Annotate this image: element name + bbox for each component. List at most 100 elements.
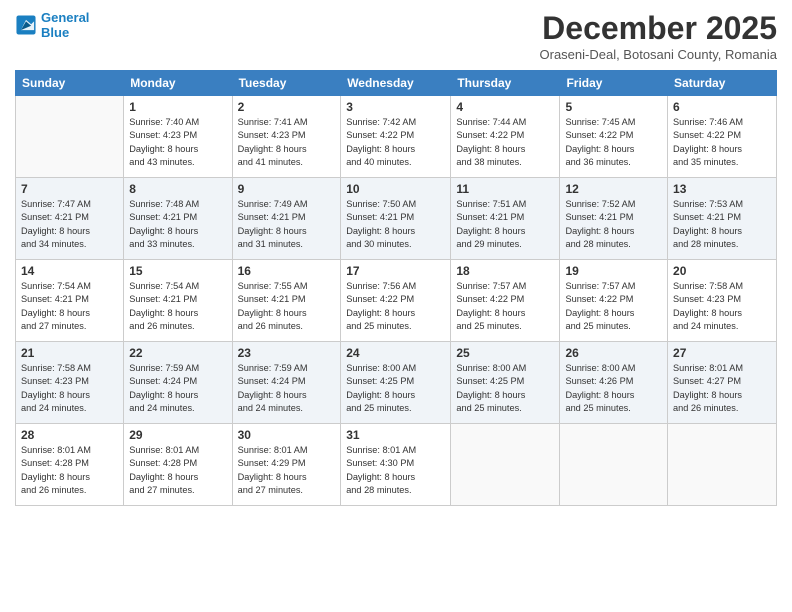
day-info: Sunrise: 7:48 AM Sunset: 4:21 PM Dayligh… — [129, 198, 226, 251]
day-info: Sunrise: 7:52 AM Sunset: 4:21 PM Dayligh… — [565, 198, 662, 251]
calendar-cell — [451, 424, 560, 506]
calendar-cell: 22 Sunrise: 7:59 AM Sunset: 4:24 PM Dayli… — [124, 342, 232, 424]
day-number: 30 — [238, 428, 336, 442]
day-info: Sunrise: 7:53 AM Sunset: 4:21 PM Dayligh… — [673, 198, 771, 251]
day-number: 19 — [565, 264, 662, 278]
day-number: 7 — [21, 182, 118, 196]
day-info: Sunrise: 8:01 AM Sunset: 4:30 PM Dayligh… — [346, 444, 445, 497]
day-number: 31 — [346, 428, 445, 442]
day-number: 3 — [346, 100, 445, 114]
day-number: 17 — [346, 264, 445, 278]
calendar-cell: 10 Sunrise: 7:50 AM Sunset: 4:21 PM Dayli… — [341, 178, 451, 260]
calendar-cell: 8 Sunrise: 7:48 AM Sunset: 4:21 PM Daylig… — [124, 178, 232, 260]
day-info: Sunrise: 7:41 AM Sunset: 4:23 PM Dayligh… — [238, 116, 336, 169]
calendar-cell: 9Sunrise: 7:49 AM Sunset: 4:21 PM Daylig… — [232, 178, 341, 260]
page: General Blue December 2025 Oraseni-Deal,… — [0, 0, 792, 612]
day-info: Sunrise: 7:40 AM Sunset: 4:23 PM Dayligh… — [129, 116, 226, 169]
day-number: 29 — [129, 428, 226, 442]
calendar-cell: 16 Sunrise: 7:55 AM Sunset: 4:21 PM Dayli… — [232, 260, 341, 342]
calendar-cell: 14 Sunrise: 7:54 AM Sunset: 4:21 PM Dayli… — [16, 260, 124, 342]
calendar-cell: 1Sunrise: 7:40 AM Sunset: 4:23 PM Daylig… — [124, 96, 232, 178]
day-info: Sunrise: 7:58 AM Sunset: 4:23 PM Dayligh… — [673, 280, 771, 333]
calendar-week-row: 14 Sunrise: 7:54 AM Sunset: 4:21 PM Dayli… — [16, 260, 777, 342]
calendar-cell: 6Sunrise: 7:46 AM Sunset: 4:22 PM Daylig… — [668, 96, 777, 178]
day-info: Sunrise: 7:58 AM Sunset: 4:23 PM Dayligh… — [21, 362, 118, 415]
logo: General Blue — [15, 10, 89, 40]
calendar-day-header: Sunday — [16, 71, 124, 96]
calendar-day-header: Monday — [124, 71, 232, 96]
calendar-cell: 4 Sunrise: 7:44 AM Sunset: 4:22 PM Daylig… — [451, 96, 560, 178]
month-title: December 2025 — [540, 10, 778, 47]
day-info: Sunrise: 7:47 AM Sunset: 4:21 PM Dayligh… — [21, 198, 118, 251]
day-number: 4 — [456, 100, 554, 114]
day-info: Sunrise: 7:59 AM Sunset: 4:24 PM Dayligh… — [129, 362, 226, 415]
calendar-week-row: 21 Sunrise: 7:58 AM Sunset: 4:23 PM Dayli… — [16, 342, 777, 424]
calendar-cell: 31 Sunrise: 8:01 AM Sunset: 4:30 PM Dayli… — [341, 424, 451, 506]
calendar-day-header: Saturday — [668, 71, 777, 96]
calendar-week-row: 1Sunrise: 7:40 AM Sunset: 4:23 PM Daylig… — [16, 96, 777, 178]
day-number: 6 — [673, 100, 771, 114]
calendar-cell: 29 Sunrise: 8:01 AM Sunset: 4:28 PM Dayli… — [124, 424, 232, 506]
calendar-cell: 24Sunrise: 8:00 AM Sunset: 4:25 PM Dayli… — [341, 342, 451, 424]
day-number: 22 — [129, 346, 226, 360]
day-info: Sunrise: 7:57 AM Sunset: 4:22 PM Dayligh… — [565, 280, 662, 333]
day-info: Sunrise: 7:57 AM Sunset: 4:22 PM Dayligh… — [456, 280, 554, 333]
calendar-cell — [560, 424, 668, 506]
calendar-cell: 17 Sunrise: 7:56 AM Sunset: 4:22 PM Dayli… — [341, 260, 451, 342]
day-number: 23 — [238, 346, 336, 360]
calendar-cell: 7 Sunrise: 7:47 AM Sunset: 4:21 PM Daylig… — [16, 178, 124, 260]
day-info: Sunrise: 7:50 AM Sunset: 4:21 PM Dayligh… — [346, 198, 445, 251]
calendar-cell: 13 Sunrise: 7:53 AM Sunset: 4:21 PM Dayli… — [668, 178, 777, 260]
day-info: Sunrise: 7:55 AM Sunset: 4:21 PM Dayligh… — [238, 280, 336, 333]
calendar-day-header: Wednesday — [341, 71, 451, 96]
day-number: 14 — [21, 264, 118, 278]
day-number: 10 — [346, 182, 445, 196]
calendar-cell — [16, 96, 124, 178]
day-info: Sunrise: 7:45 AM Sunset: 4:22 PM Dayligh… — [565, 116, 662, 169]
calendar-cell: 26 Sunrise: 8:00 AM Sunset: 4:26 PM Dayli… — [560, 342, 668, 424]
day-number: 28 — [21, 428, 118, 442]
day-number: 24 — [346, 346, 445, 360]
calendar-cell: 5 Sunrise: 7:45 AM Sunset: 4:22 PM Daylig… — [560, 96, 668, 178]
calendar-cell: 12 Sunrise: 7:52 AM Sunset: 4:21 PM Dayli… — [560, 178, 668, 260]
day-info: Sunrise: 8:01 AM Sunset: 4:27 PM Dayligh… — [673, 362, 771, 415]
calendar-cell: 15 Sunrise: 7:54 AM Sunset: 4:21 PM Dayli… — [124, 260, 232, 342]
calendar-cell: 28 Sunrise: 8:01 AM Sunset: 4:28 PM Dayli… — [16, 424, 124, 506]
calendar-day-header: Tuesday — [232, 71, 341, 96]
day-number: 8 — [129, 182, 226, 196]
day-number: 26 — [565, 346, 662, 360]
calendar-cell: 11 Sunrise: 7:51 AM Sunset: 4:21 PM Dayli… — [451, 178, 560, 260]
day-info: Sunrise: 7:54 AM Sunset: 4:21 PM Dayligh… — [129, 280, 226, 333]
day-info: Sunrise: 8:01 AM Sunset: 4:28 PM Dayligh… — [129, 444, 226, 497]
day-number: 11 — [456, 182, 554, 196]
day-info: Sunrise: 7:42 AM Sunset: 4:22 PM Dayligh… — [346, 116, 445, 169]
calendar-cell: 30Sunrise: 8:01 AM Sunset: 4:29 PM Dayli… — [232, 424, 341, 506]
calendar-day-header: Thursday — [451, 71, 560, 96]
calendar-week-row: 28 Sunrise: 8:01 AM Sunset: 4:28 PM Dayli… — [16, 424, 777, 506]
day-info: Sunrise: 8:01 AM Sunset: 4:28 PM Dayligh… — [21, 444, 118, 497]
day-number: 5 — [565, 100, 662, 114]
calendar-cell — [668, 424, 777, 506]
day-number: 15 — [129, 264, 226, 278]
calendar-cell: 2 Sunrise: 7:41 AM Sunset: 4:23 PM Daylig… — [232, 96, 341, 178]
calendar-day-header: Friday — [560, 71, 668, 96]
day-number: 21 — [21, 346, 118, 360]
day-info: Sunrise: 7:54 AM Sunset: 4:21 PM Dayligh… — [21, 280, 118, 333]
day-number: 12 — [565, 182, 662, 196]
day-info: Sunrise: 7:59 AM Sunset: 4:24 PM Dayligh… — [238, 362, 336, 415]
location: Oraseni-Deal, Botosani County, Romania — [540, 47, 778, 62]
day-info: Sunrise: 7:51 AM Sunset: 4:21 PM Dayligh… — [456, 198, 554, 251]
day-info: Sunrise: 7:44 AM Sunset: 4:22 PM Dayligh… — [456, 116, 554, 169]
day-number: 16 — [238, 264, 336, 278]
day-number: 18 — [456, 264, 554, 278]
day-number: 2 — [238, 100, 336, 114]
day-info: Sunrise: 8:00 AM Sunset: 4:26 PM Dayligh… — [565, 362, 662, 415]
day-number: 13 — [673, 182, 771, 196]
calendar-cell: 23 Sunrise: 7:59 AM Sunset: 4:24 PM Dayli… — [232, 342, 341, 424]
day-info: Sunrise: 8:00 AM Sunset: 4:25 PM Dayligh… — [456, 362, 554, 415]
calendar-week-row: 7 Sunrise: 7:47 AM Sunset: 4:21 PM Daylig… — [16, 178, 777, 260]
day-info: Sunrise: 7:56 AM Sunset: 4:22 PM Dayligh… — [346, 280, 445, 333]
day-number: 20 — [673, 264, 771, 278]
header: General Blue December 2025 Oraseni-Deal,… — [15, 10, 777, 62]
day-info: Sunrise: 7:49 AM Sunset: 4:21 PM Dayligh… — [238, 198, 336, 251]
